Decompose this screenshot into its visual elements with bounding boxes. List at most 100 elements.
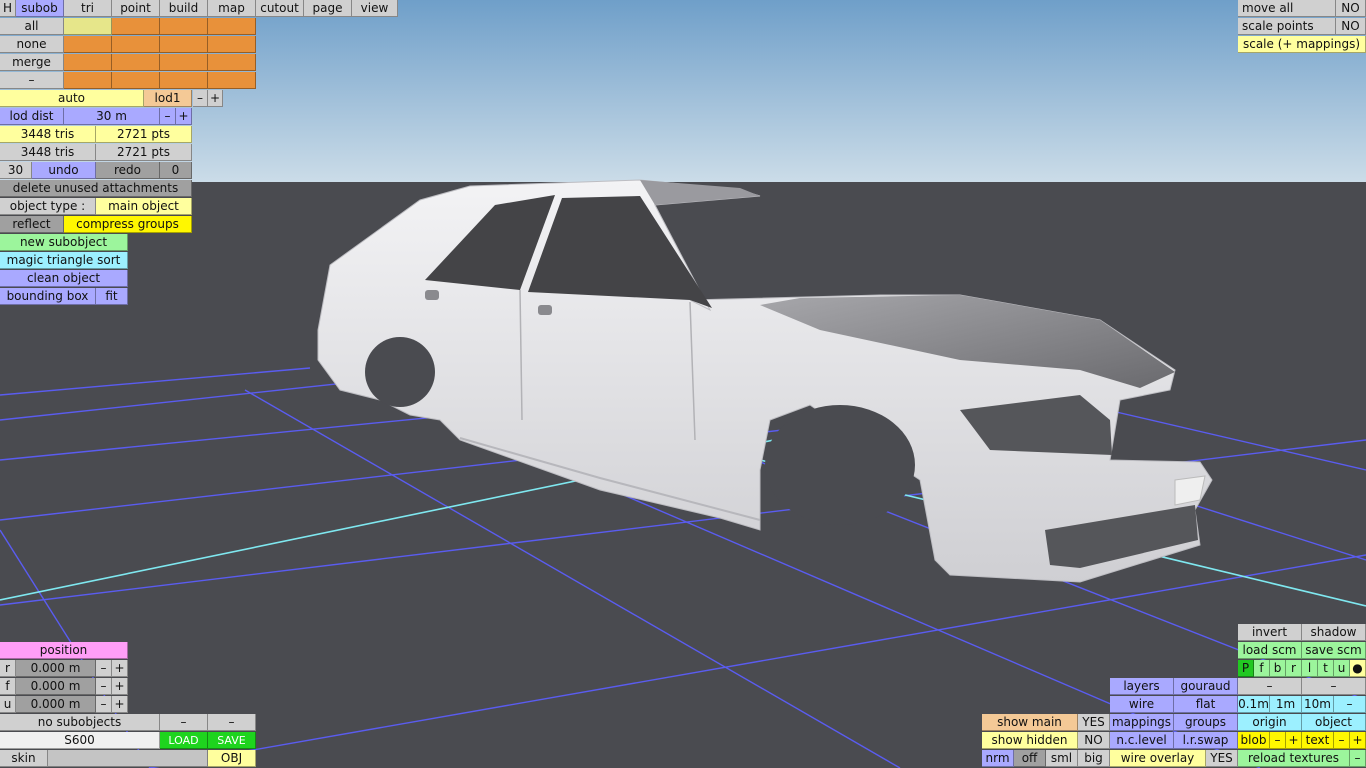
position-u-minus[interactable]: – <box>96 696 112 713</box>
tab-tri[interactable]: tri <box>64 0 112 17</box>
position-r-value[interactable]: 0.000 m <box>16 660 96 677</box>
flat-button[interactable]: flat <box>1174 696 1238 713</box>
text-plus[interactable]: + <box>1350 732 1366 749</box>
group-cell[interactable] <box>208 18 256 35</box>
position-title[interactable]: position <box>0 642 128 659</box>
position-f-minus[interactable]: – <box>96 678 112 695</box>
origin-button[interactable]: origin <box>1238 714 1302 731</box>
blob-minus[interactable]: – <box>1270 732 1286 749</box>
tab-subob[interactable]: subob <box>16 0 64 17</box>
show-hidden-toggle[interactable]: NO <box>1078 732 1110 749</box>
group-cell[interactable] <box>64 72 112 89</box>
merge-button[interactable]: merge <box>0 54 64 71</box>
skin-field[interactable] <box>48 750 208 767</box>
view-sml-button[interactable]: sml <box>1046 750 1078 767</box>
view-t-button[interactable]: t <box>1318 660 1334 677</box>
bounding-box-fit-button[interactable]: fit <box>96 288 128 305</box>
compress-groups-button[interactable]: compress groups <box>64 216 192 233</box>
nc-level-button[interactable]: n.c.level <box>1110 732 1174 749</box>
subobject-select[interactable]: no subobjects <box>0 714 160 731</box>
lod-minus-button[interactable]: – <box>193 90 208 107</box>
lr-swap-button[interactable]: l.r.swap <box>1174 732 1238 749</box>
view-big-button[interactable]: big <box>1078 750 1110 767</box>
shadow-button[interactable]: shadow <box>1302 624 1366 641</box>
view-f-button[interactable]: f <box>1254 660 1270 677</box>
view-p-button[interactable]: P <box>1238 660 1254 677</box>
dist-0-1m-button[interactable]: 0.1m <box>1238 696 1270 713</box>
tab-page[interactable]: page <box>304 0 352 17</box>
invert-button[interactable]: invert <box>1238 624 1302 641</box>
dist-10m-button[interactable]: 10m <box>1302 696 1334 713</box>
wire-overlay-toggle[interactable]: YES <box>1206 750 1238 767</box>
delete-unused-attachments-button[interactable]: delete unused attachments <box>0 180 192 197</box>
blob-plus[interactable]: + <box>1286 732 1302 749</box>
tab-point[interactable]: point <box>112 0 160 17</box>
group-cell[interactable] <box>160 54 208 71</box>
group-cell[interactable] <box>112 72 160 89</box>
lod-dist-minus[interactable]: – <box>160 108 176 125</box>
view-r-button[interactable]: r <box>1286 660 1302 677</box>
reflect-button[interactable]: reflect <box>0 216 64 233</box>
reload-textures-minus[interactable]: – <box>1350 750 1366 767</box>
view-b-button[interactable]: b <box>1270 660 1286 677</box>
mappings-button[interactable]: mappings <box>1110 714 1174 731</box>
group-cell[interactable] <box>208 72 256 89</box>
show-main-toggle[interactable]: YES <box>1078 714 1110 731</box>
group-cell[interactable] <box>64 36 112 53</box>
tab-map[interactable]: map <box>208 0 256 17</box>
groups-button[interactable]: groups <box>1174 714 1238 731</box>
clean-object-button[interactable]: clean object <box>0 270 128 287</box>
model-name-field[interactable]: S600 <box>0 732 160 749</box>
layers-button[interactable]: layers <box>1110 678 1174 695</box>
object-type-select[interactable]: main object <box>96 198 192 215</box>
lod-dist-plus[interactable]: + <box>176 108 192 125</box>
3d-viewport[interactable] <box>0 0 1366 768</box>
tab-h[interactable]: H <box>0 0 16 17</box>
new-subobject-button[interactable]: new subobject <box>0 234 128 251</box>
dash-button[interactable]: – <box>1302 678 1366 695</box>
redo-button[interactable]: redo <box>96 162 160 179</box>
position-u-value[interactable]: 0.000 m <box>16 696 96 713</box>
scale-points-toggle[interactable]: NO <box>1336 18 1366 35</box>
save-button[interactable]: SAVE <box>208 732 256 749</box>
dash-button[interactable]: – <box>1238 678 1302 695</box>
group-cell[interactable] <box>160 18 208 35</box>
wire-button[interactable]: wire <box>1110 696 1174 713</box>
lod-level-button[interactable]: lod1 <box>144 90 192 107</box>
group-cell[interactable] <box>64 54 112 71</box>
lod-dist-value[interactable]: 30 m <box>64 108 160 125</box>
group-cell[interactable] <box>208 54 256 71</box>
position-u-plus[interactable]: + <box>112 696 128 713</box>
group-cell[interactable] <box>160 36 208 53</box>
view-u-button[interactable]: u <box>1334 660 1350 677</box>
object-button[interactable]: object <box>1302 714 1366 731</box>
group-cell[interactable] <box>112 36 160 53</box>
position-r-minus[interactable]: – <box>96 660 112 677</box>
lod-auto-button[interactable]: auto <box>0 90 144 107</box>
group-cell[interactable] <box>112 18 160 35</box>
tab-cutout[interactable]: cutout <box>256 0 304 17</box>
dist-minus-button[interactable]: – <box>1334 696 1366 713</box>
load-scm-button[interactable]: load scm <box>1238 642 1302 659</box>
tab-view[interactable]: view <box>352 0 398 17</box>
dist-1m-button[interactable]: 1m <box>1270 696 1302 713</box>
position-f-value[interactable]: 0.000 m <box>16 678 96 695</box>
reload-textures-button[interactable]: reload textures <box>1238 750 1350 767</box>
scale-mappings-button[interactable]: scale (+ mappings) <box>1238 36 1366 53</box>
tab-build[interactable]: build <box>160 0 208 17</box>
group-cell[interactable] <box>160 72 208 89</box>
group-cell[interactable] <box>64 18 112 35</box>
position-f-plus[interactable]: + <box>112 678 128 695</box>
load-button[interactable]: LOAD <box>160 732 208 749</box>
save-scm-button[interactable]: save scm <box>1302 642 1366 659</box>
subobject-dash-2[interactable]: – <box>208 714 256 731</box>
bounding-box-button[interactable]: bounding box <box>0 288 96 305</box>
dash-button[interactable]: – <box>0 72 64 89</box>
subobject-dash-1[interactable]: – <box>160 714 208 731</box>
position-r-plus[interactable]: + <box>112 660 128 677</box>
gouraud-button[interactable]: gouraud <box>1174 678 1238 695</box>
select-all-button[interactable]: all <box>0 18 64 35</box>
text-minus[interactable]: – <box>1334 732 1350 749</box>
obj-export-button[interactable]: OBJ <box>208 750 256 767</box>
move-all-toggle[interactable]: NO <box>1336 0 1366 17</box>
